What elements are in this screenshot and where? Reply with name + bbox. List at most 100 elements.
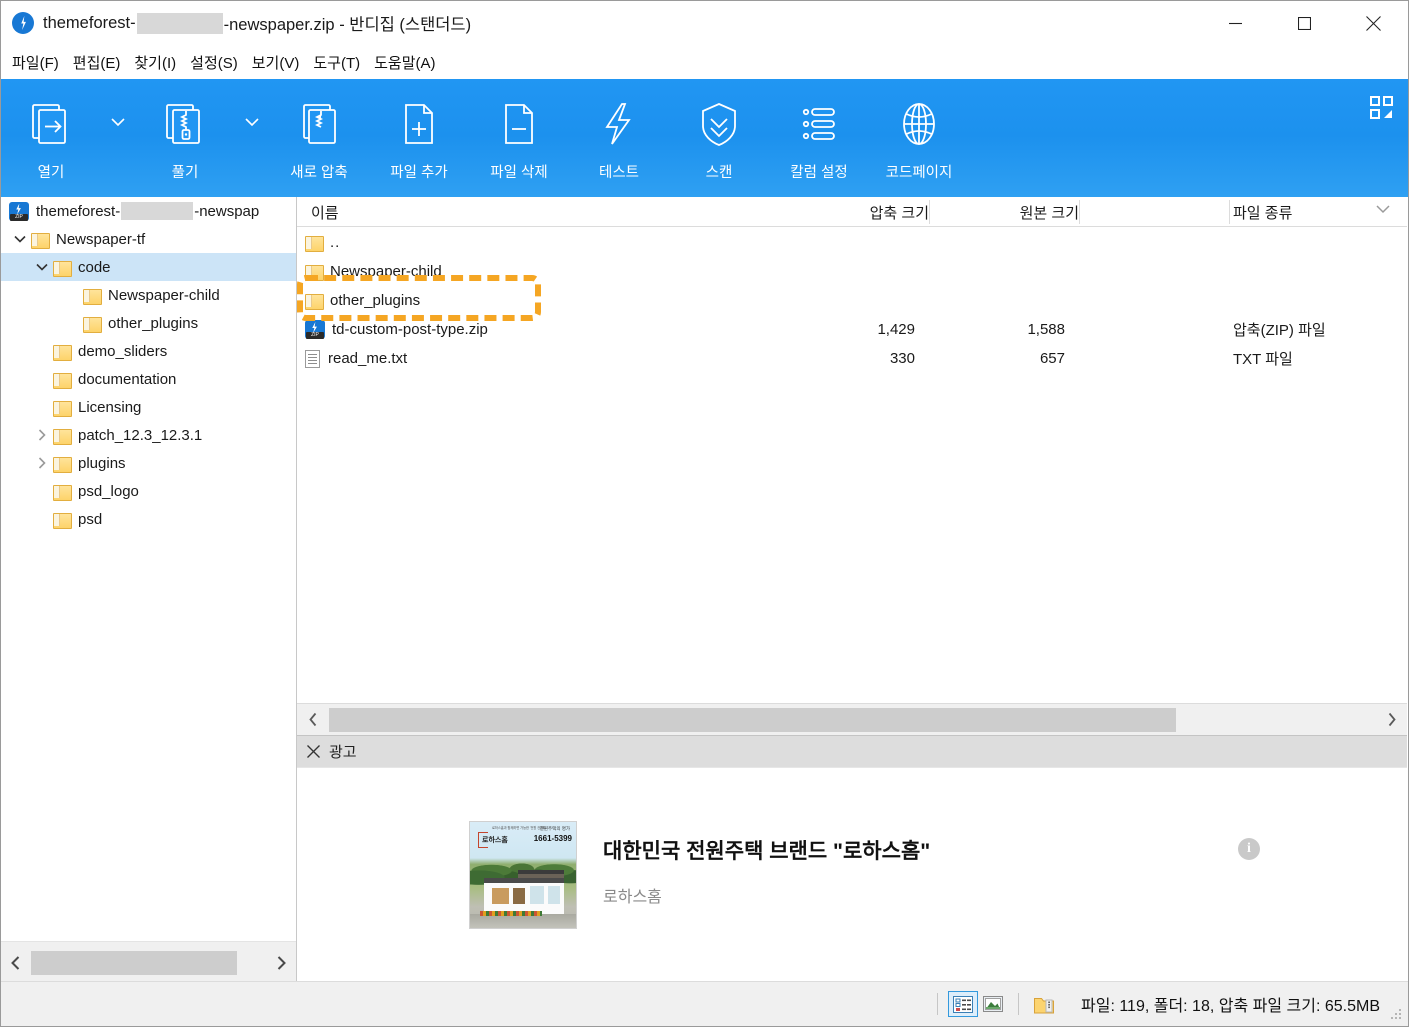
toolbar-new-archive-button[interactable]: 새로 압축 bbox=[269, 79, 369, 197]
window-title-prefix: themeforest- bbox=[43, 14, 136, 33]
column-packed-size[interactable]: 압축 크기 bbox=[857, 197, 929, 227]
original-size-cell: 657 bbox=[297, 344, 1079, 373]
extract-icon bbox=[161, 95, 209, 153]
tree-row-root[interactable]: themeforest- -newspap bbox=[1, 197, 296, 225]
ad-content[interactable]: 로하스홈과 함께하면 가능한 '전원 컨셉트' 로하스홈 전원주택의 명가 16… bbox=[469, 821, 930, 929]
file-list-horizontal-scrollbar[interactable] bbox=[297, 703, 1407, 735]
toolbar-column-settings-button[interactable]: 칼럼 설정 bbox=[769, 79, 869, 197]
tree-row-documentation[interactable]: documentation bbox=[1, 365, 296, 393]
file-list-scroll-thumb[interactable] bbox=[329, 708, 1176, 732]
menu-settings[interactable]: 설정(S) bbox=[190, 52, 238, 73]
ad-label: 광고 bbox=[329, 741, 357, 762]
redacted-segment bbox=[121, 202, 193, 220]
toolbar-delete-file-button[interactable]: 파일 삭제 bbox=[469, 79, 569, 197]
ad-panel[interactable]: 로하스홈과 함께하면 가능한 '전원 컨셉트' 로하스홈 전원주택의 명가 16… bbox=[297, 767, 1407, 983]
menu-bar: 파일(F) 편집(E) 찾기(I) 설정(S) 보기(V) 도구(T) 도움말(… bbox=[1, 45, 1408, 79]
tree-item-label: Newspaper-child bbox=[108, 287, 220, 304]
info-icon[interactable]: i bbox=[1238, 838, 1260, 860]
ad-thumb-flowers bbox=[480, 911, 542, 916]
tree-row-plugins[interactable]: plugins bbox=[1, 449, 296, 477]
toolbar-open-button[interactable]: 열기 bbox=[1, 79, 101, 197]
menu-file[interactable]: 파일(F) bbox=[12, 52, 59, 73]
ad-thumbnail-image: 로하스홈과 함께하면 가능한 '전원 컨셉트' 로하스홈 전원주택의 명가 16… bbox=[469, 821, 577, 929]
tree-row-licensing[interactable]: Licensing bbox=[1, 393, 296, 421]
twisty-collapsed-icon[interactable] bbox=[31, 421, 53, 449]
chevron-right-icon[interactable] bbox=[1375, 704, 1407, 736]
close-button[interactable] bbox=[1339, 1, 1408, 45]
new-archive-icon bbox=[295, 95, 343, 153]
table-row[interactable]: read_me.txt 330 657 TXT 파일 bbox=[297, 344, 1407, 373]
ad-thumb-brand: 로하스홈 bbox=[482, 835, 508, 845]
menu-find[interactable]: 찾기(I) bbox=[134, 52, 176, 73]
toolbar-extract-button[interactable]: 풀기 bbox=[135, 79, 235, 197]
folder-icon bbox=[53, 400, 70, 415]
layout-grid-icon[interactable] bbox=[1370, 96, 1394, 120]
tree-row-newspaper-tf[interactable]: Newspaper-tf bbox=[1, 225, 296, 253]
file-type-cell: 압축(ZIP) 파일 bbox=[1233, 315, 1326, 344]
ad-header-bar: 광고 bbox=[297, 735, 1407, 767]
toolbar: 열기 풀기 bbox=[1, 79, 1408, 197]
table-row[interactable]: .. bbox=[297, 228, 1407, 257]
view-details-icon[interactable] bbox=[948, 991, 978, 1017]
tree-root-label-prefix: themeforest- bbox=[36, 203, 120, 220]
globe-codepage-icon bbox=[895, 95, 943, 153]
zip-file-icon bbox=[9, 202, 29, 221]
toolbar-codepage-button[interactable]: 코드페이지 bbox=[869, 79, 969, 197]
window-title-suffix: -newspaper.zip - 반디집 (스탠더드) bbox=[224, 11, 471, 35]
maximize-button[interactable] bbox=[1270, 1, 1339, 45]
file-list-rows: .. Newspaper-child bbox=[297, 228, 1407, 708]
column-file-type[interactable]: 파일 종류 bbox=[1233, 197, 1292, 227]
tree-item-label: Newspaper-tf bbox=[56, 231, 145, 248]
divider bbox=[1018, 993, 1019, 1015]
menu-tools[interactable]: 도구(T) bbox=[313, 52, 360, 73]
tree-row-other-plugins[interactable]: other_plugins bbox=[1, 309, 296, 337]
toolbar-add-file-button[interactable]: 파일 추가 bbox=[369, 79, 469, 197]
toolbar-test-label: 테스트 bbox=[599, 161, 639, 182]
status-text: 파일: 119, 폴더: 18, 압축 파일 크기: 65.5MB bbox=[1081, 992, 1380, 1016]
twisty-expanded-icon[interactable] bbox=[9, 225, 31, 253]
tree-row-psd-logo[interactable]: psd_logo bbox=[1, 477, 296, 505]
toolbar-test-button[interactable]: 테스트 bbox=[569, 79, 669, 197]
ad-thumb-small-text: 로하스홈과 함께하면 가능한 '전원 컨셉트' bbox=[492, 825, 547, 830]
chevron-left-icon[interactable] bbox=[297, 704, 329, 736]
table-row[interactable]: Newspaper-child bbox=[297, 257, 1407, 286]
column-original-size[interactable]: 원본 크기 bbox=[1007, 197, 1079, 227]
menu-edit[interactable]: 편집(E) bbox=[73, 52, 121, 73]
table-row[interactable]: td-custom-post-type.zip 1,429 1,588 압축(Z… bbox=[297, 315, 1407, 344]
toolbar-column-settings-label: 칼럼 설정 bbox=[790, 161, 847, 182]
table-row[interactable]: other_plugins bbox=[297, 286, 1407, 315]
original-size-cell bbox=[297, 257, 1079, 286]
folder-icon bbox=[53, 260, 70, 275]
folder-open-icon[interactable] bbox=[1029, 991, 1059, 1017]
view-thumbnail-icon[interactable] bbox=[978, 991, 1008, 1017]
tree-row-psd[interactable]: psd bbox=[1, 505, 296, 533]
column-name[interactable]: 이름 bbox=[311, 197, 339, 227]
sidebar-horizontal-scrollbar[interactable] bbox=[1, 941, 296, 983]
chevron-down-icon[interactable] bbox=[1375, 201, 1391, 219]
sidebar-scroll-thumb[interactable] bbox=[31, 951, 237, 975]
ad-thumb-window bbox=[492, 888, 509, 904]
redacted-segment bbox=[137, 13, 223, 34]
chevron-right-icon[interactable] bbox=[266, 942, 296, 984]
twisty-collapsed-icon[interactable] bbox=[31, 449, 53, 477]
column-divider[interactable] bbox=[1229, 200, 1230, 224]
menu-view[interactable]: 보기(V) bbox=[252, 52, 300, 73]
minimize-button[interactable] bbox=[1201, 1, 1270, 45]
tree-row-newspaper-child[interactable]: Newspaper-child bbox=[1, 281, 296, 309]
main-area: themeforest- -newspap Newspaper-tf bbox=[1, 197, 1408, 983]
title-bar: themeforest- -newspaper.zip - 반디집 (스탠더드) bbox=[1, 1, 1408, 45]
menu-help[interactable]: 도움말(A) bbox=[374, 52, 435, 73]
tree-row-code[interactable]: code bbox=[1, 253, 296, 281]
close-icon[interactable] bbox=[297, 736, 329, 768]
ad-title[interactable]: 대한민국 전원주택 브랜드 "로하스홈" bbox=[603, 835, 930, 865]
toolbar-open-caret[interactable] bbox=[101, 79, 135, 197]
tree-row-patch[interactable]: patch_12.3_12.3.1 bbox=[1, 421, 296, 449]
chevron-left-icon[interactable] bbox=[1, 942, 31, 984]
tree-row-demo-sliders[interactable]: demo_sliders bbox=[1, 337, 296, 365]
resize-grip-icon[interactable] bbox=[1390, 1008, 1402, 1020]
twisty-expanded-icon[interactable] bbox=[31, 253, 53, 281]
column-divider[interactable] bbox=[1079, 200, 1080, 224]
toolbar-scan-button[interactable]: 스캔 bbox=[669, 79, 769, 197]
toolbar-extract-caret[interactable] bbox=[235, 79, 269, 197]
column-divider[interactable] bbox=[929, 200, 930, 224]
